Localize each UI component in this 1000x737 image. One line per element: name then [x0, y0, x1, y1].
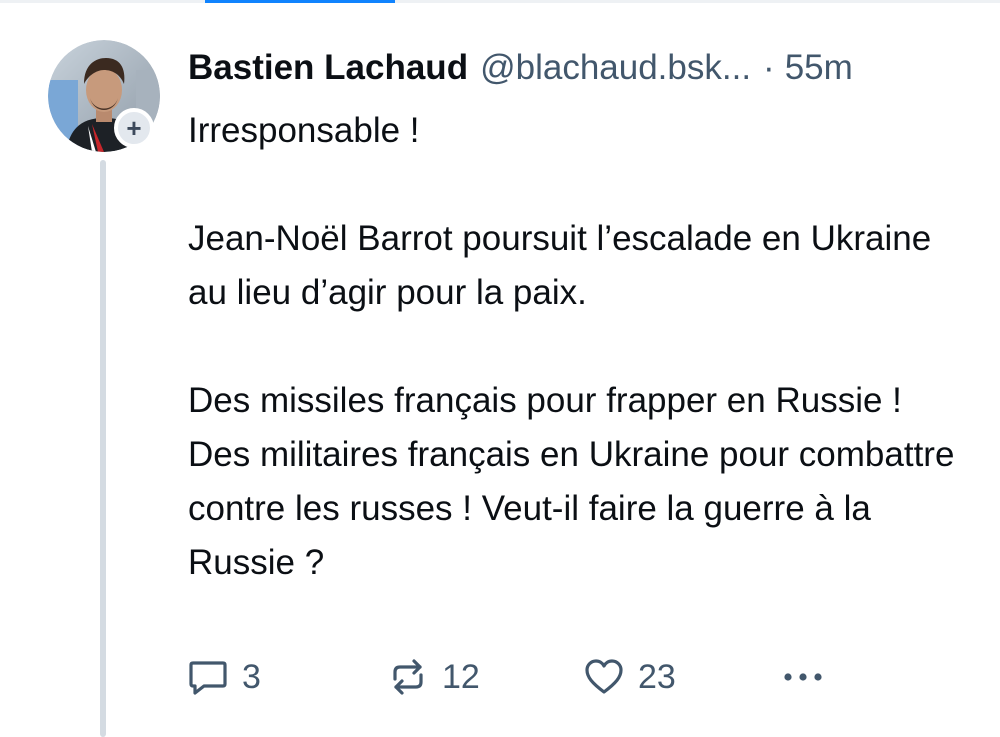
more-options-button[interactable]: [780, 650, 826, 704]
plus-icon: +: [126, 113, 142, 143]
repost-button[interactable]: 12: [386, 650, 480, 704]
like-count: 23: [638, 657, 676, 696]
author-handle[interactable]: @blachaud.bsk...: [480, 48, 751, 88]
author-display-name[interactable]: Bastien Lachaud: [188, 48, 468, 88]
post-timestamp[interactable]: 55m: [785, 48, 853, 88]
more-icon: [784, 673, 822, 681]
repost-icon: [393, 659, 423, 695]
repost-count: 12: [442, 657, 480, 696]
thread-line: [100, 160, 106, 737]
header-separator: ·: [763, 48, 775, 87]
post-header: Bastien Lachaud @blachaud.bsk... · 55m: [188, 44, 978, 92]
post-paragraph: Irresponsable !: [188, 111, 420, 150]
avatar-container: +: [48, 40, 160, 152]
reply-icon: [189, 661, 227, 695]
post-paragraph: Des missiles français pour frapper en Ru…: [188, 381, 955, 582]
reply-count: 3: [242, 657, 261, 696]
post: + Bastien Lachaud @blachaud.bsk... · 55m…: [0, 0, 1000, 737]
reply-button[interactable]: 3: [186, 650, 261, 704]
heart-icon: [585, 659, 623, 694]
post-text: Irresponsable ! Jean-Noël Barrot poursui…: [188, 104, 968, 590]
like-button[interactable]: 23: [582, 650, 676, 704]
post-actions: 3 12 23: [186, 650, 836, 704]
follow-button[interactable]: +: [114, 108, 154, 148]
post-paragraph: Jean-Noël Barrot poursuit l’escalade en …: [188, 219, 932, 312]
